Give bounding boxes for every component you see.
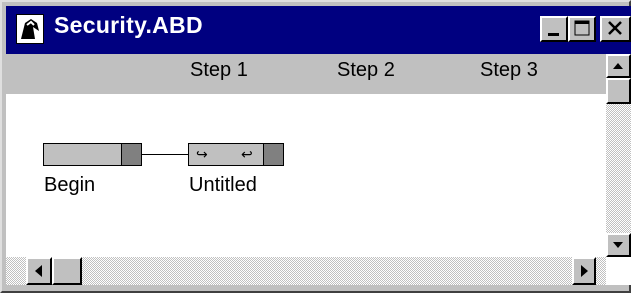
arrow-up-icon [613,63,623,69]
scroll-up-button[interactable] [606,54,631,78]
title-bar[interactable]: Security.ABD [6,6,631,54]
begin-node-handle[interactable] [121,144,141,165]
arrow-right-icon [581,265,588,277]
untitled-node[interactable]: ↪ ↩ [188,143,284,166]
arrow-left-icon [35,265,42,277]
minimize-button[interactable] [540,16,568,42]
app-icon[interactable] [16,14,44,44]
close-icon [608,21,622,35]
step-header: Step 1 Step 2 Step 3 [6,54,606,95]
close-button[interactable] [600,16,631,42]
untitled-node-handle[interactable] [263,144,283,165]
design-canvas[interactable]: ↪ ↩ Begin Untitled [6,94,606,257]
begin-node-label: Begin [44,174,96,196]
arrow-down-icon [613,242,623,248]
step-2-header[interactable]: Step 2 [337,59,395,82]
vertical-scrollbar[interactable] [606,54,631,257]
maximize-button[interactable] [568,16,596,42]
scroll-right-button[interactable] [572,257,596,285]
scroll-left-button[interactable] [26,257,52,285]
begin-node[interactable] [43,143,142,166]
enter-arrow-icon: ↪ [196,146,208,162]
scroll-down-button[interactable] [606,233,631,257]
step-3-header[interactable]: Step 3 [480,59,538,82]
step-1-header[interactable]: Step 1 [190,59,248,82]
vertical-scroll-thumb[interactable] [606,78,631,104]
scrollbar-corner [606,257,631,285]
horizontal-scrollbar[interactable] [6,257,606,285]
node-connector [142,154,188,155]
minimize-icon [548,33,559,36]
return-arrow-icon: ↩ [241,146,253,162]
window-title: Security.ABD [54,12,203,38]
app-window: Security.ABD Step 1 Step 2 Step 3 ↪ ↩ Be… [0,0,631,293]
maximize-icon [574,20,590,36]
untitled-node-label: Untitled [189,174,257,196]
horizontal-scroll-thumb[interactable] [52,257,82,285]
